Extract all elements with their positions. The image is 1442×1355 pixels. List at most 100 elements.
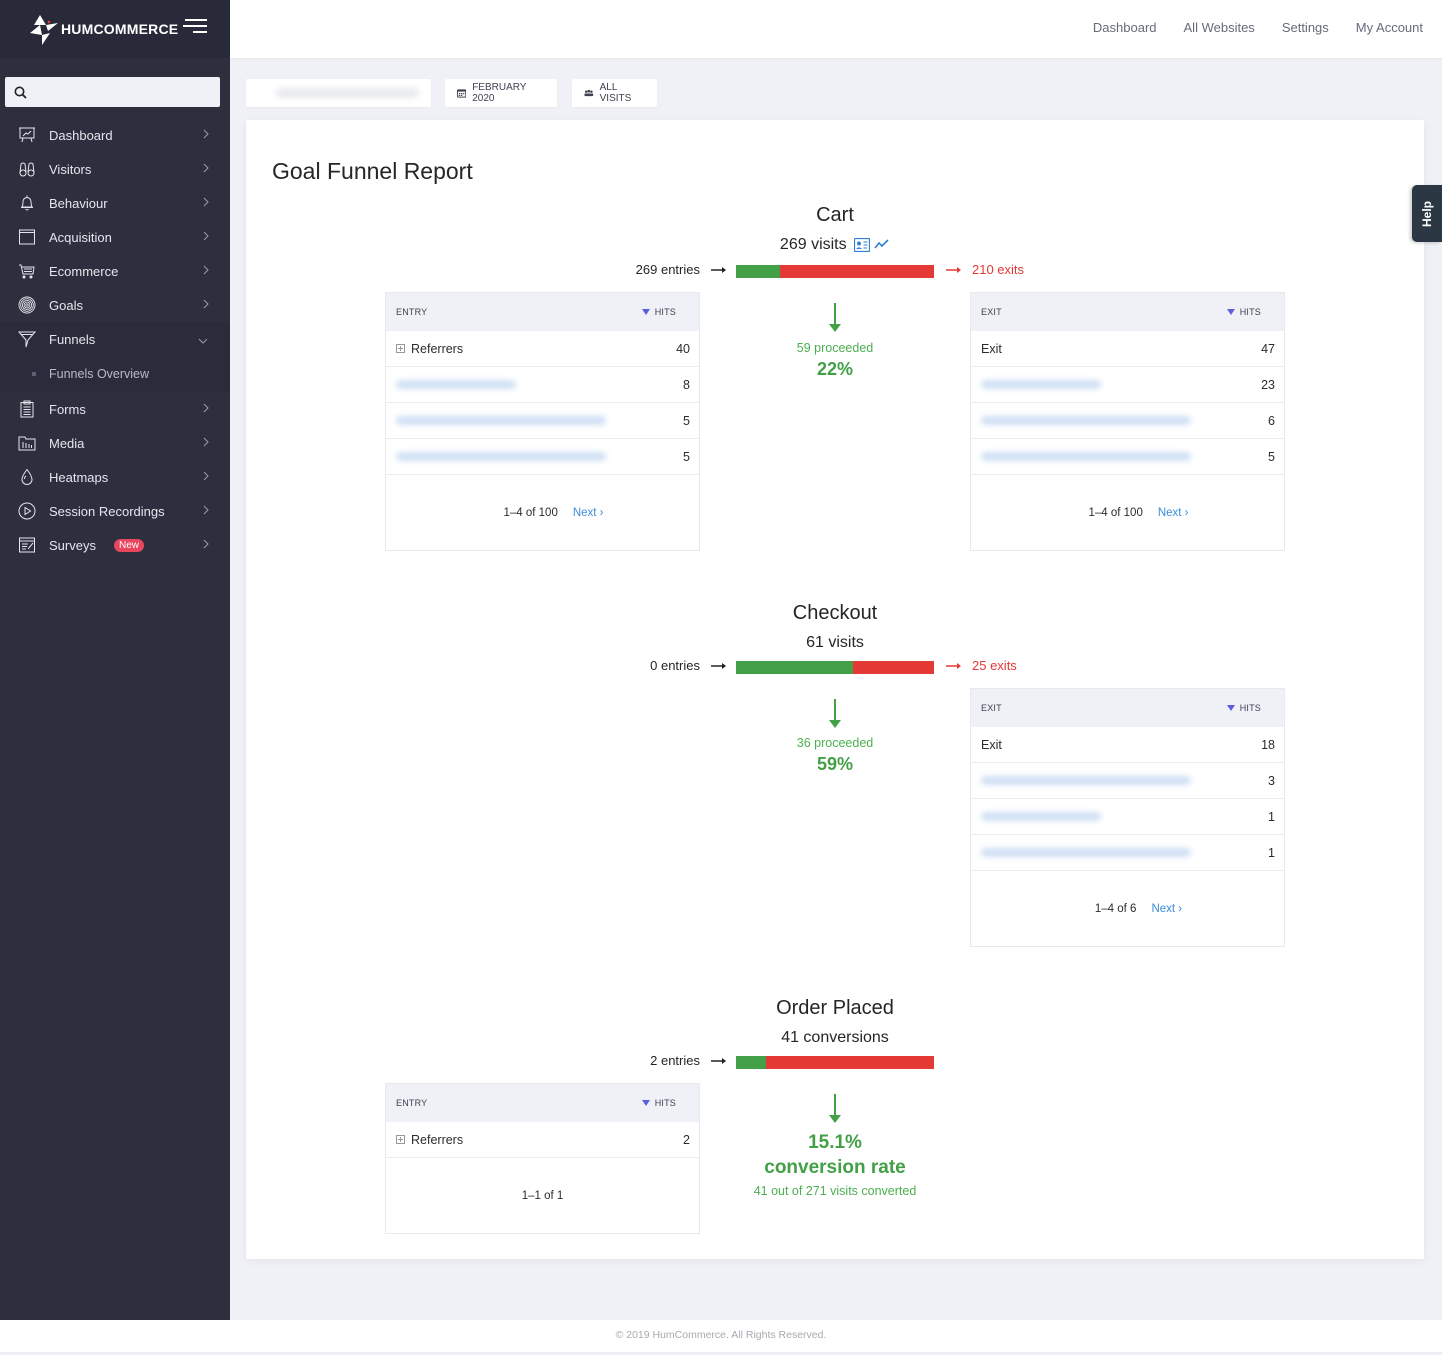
table-row[interactable]: 8 <box>386 367 699 403</box>
conversion-rate-value: 15.1% <box>808 1132 862 1153</box>
next-page-link[interactable]: Next › <box>1158 507 1189 519</box>
chevron-right-icon <box>203 129 209 139</box>
segment-selector[interactable]: ALL VISITS <box>572 79 657 107</box>
row-hits: 40 <box>676 341 690 356</box>
arrow-right-icon <box>711 663 726 669</box>
arrow-right-icon <box>711 1058 726 1064</box>
sort-desc-icon <box>641 1100 650 1106</box>
column-header-entry[interactable]: ENTRY <box>396 307 427 317</box>
date-selector[interactable]: FEBRUARY 2020 <box>445 79 557 107</box>
row-hits: 6 <box>1268 413 1275 428</box>
proceeded-percent: 22% <box>816 359 854 379</box>
row-hits: 1 <box>1268 809 1275 824</box>
row-hits: 1 <box>1268 845 1275 860</box>
table-row[interactable]: 23 <box>971 367 1284 403</box>
hits-label: HITS <box>1239 307 1261 317</box>
sidebar-item-behaviour[interactable]: Behaviour <box>0 186 230 220</box>
funnel-icon <box>17 329 37 349</box>
topnav-my-account[interactable]: My Account <box>1356 20 1423 35</box>
sidebar-item-media[interactable]: Media <box>0 426 230 460</box>
topnav-settings[interactable]: Settings <box>1282 20 1329 35</box>
chevron-right-icon <box>203 539 209 549</box>
redacted-label <box>981 776 1191 785</box>
exits-label: 25 exits <box>972 658 1017 673</box>
step-progress-bar <box>736 265 934 278</box>
search-input[interactable] <box>35 85 215 99</box>
sidebar-item-label: Dashboard <box>49 127 113 143</box>
table-row[interactable]: 1 <box>971 799 1284 835</box>
window-icon <box>17 227 37 247</box>
menu-toggle-icon[interactable] <box>183 19 207 35</box>
next-page-link[interactable]: Next › <box>1151 903 1182 915</box>
row-hits: 47 <box>1261 341 1275 356</box>
logo[interactable]: HUMCOMMERCE <box>28 13 178 45</box>
visitor-profile-icon[interactable] <box>854 237 871 252</box>
page-title: Goal Funnel Report <box>272 158 473 184</box>
hits-label: HITS <box>1239 703 1261 713</box>
row-evolution-icon[interactable] <box>874 238 890 250</box>
arrow-down-icon <box>829 1094 841 1123</box>
step-conversions: 41 conversions <box>781 1029 889 1046</box>
bullet-icon <box>32 372 36 376</box>
pagination-range: 1–1 of 1 <box>521 1189 564 1202</box>
table-row[interactable]: 5 <box>971 439 1284 475</box>
table-row[interactable]: Referrers 2 <box>386 1122 699 1158</box>
table-pagination: 1–4 of 100 Next › <box>971 475 1284 550</box>
sidebar-item-visitors[interactable]: Visitors <box>0 152 230 186</box>
clipboard-icon <box>17 399 37 419</box>
presentation-chart-icon <box>17 125 37 145</box>
column-header-hits[interactable]: HITS <box>1226 307 1261 317</box>
step-visits-label: 269 visits <box>779 236 847 253</box>
table-row[interactable]: 3 <box>971 763 1284 799</box>
sidebar-item-funnels[interactable]: Funnels <box>0 322 230 356</box>
help-tab[interactable]: Help <box>1412 185 1442 242</box>
column-header-entry[interactable]: ENTRY <box>396 1098 427 1108</box>
chevron-right-icon <box>203 505 209 515</box>
sidebar-item-heatmaps[interactable]: Heatmaps <box>0 460 230 494</box>
table-row[interactable]: Referrers 40 <box>386 331 699 367</box>
sidebar-item-label: Session Recordings <box>49 503 165 519</box>
website-selector[interactable] <box>246 79 431 107</box>
segment-label: ALL VISITS <box>599 82 632 104</box>
sort-desc-icon <box>641 309 650 315</box>
exit-table: EXIT HITS Exit 47 23 6 5 1–4 of 100 Next › <box>970 292 1285 551</box>
table-row[interactable]: 5 <box>386 403 699 439</box>
topnav-all-websites[interactable]: All Websites <box>1184 20 1255 35</box>
entry-table: ENTRY HITS Referrers 40 8 5 5 1–4 of 100 N… <box>385 292 700 551</box>
sidebar-item-dashboard[interactable]: Dashboard <box>0 118 230 152</box>
sidebar-subitem-funnels-overview[interactable]: Funnels Overview <box>0 356 230 392</box>
row-hits: 5 <box>683 413 690 428</box>
sidebar-item-label: Goals <box>49 297 83 313</box>
table-header: ENTRY HITS <box>386 1084 699 1122</box>
play-circle-icon <box>17 501 37 521</box>
sidebar-item-acquisition[interactable]: Acquisition <box>0 220 230 254</box>
next-page-link[interactable]: Next › <box>573 507 604 519</box>
expand-plus-icon[interactable] <box>396 1135 405 1144</box>
topnav-dashboard[interactable]: Dashboard <box>1093 20 1157 35</box>
row-label: Referrers <box>411 341 464 356</box>
column-header-exit[interactable]: EXIT <box>981 307 1002 317</box>
proceeded-bar-segment <box>736 265 780 278</box>
arrow-right-icon <box>946 662 961 669</box>
row-label: Exit <box>981 737 1002 752</box>
sidebar-item-ecommerce[interactable]: Ecommerce <box>0 254 230 288</box>
column-header-hits[interactable]: HITS <box>1226 703 1261 713</box>
sidebar-search[interactable] <box>5 77 220 107</box>
sidebar-item-surveys[interactable]: Surveys New <box>0 528 230 562</box>
proceeded-bar-segment <box>736 661 853 674</box>
table-row[interactable]: 5 <box>386 439 699 475</box>
sidebar-item-goals[interactable]: Goals <box>0 288 230 322</box>
expand-plus-icon[interactable] <box>396 344 405 353</box>
sidebar-item-forms[interactable]: Forms <box>0 392 230 426</box>
column-header-exit[interactable]: EXIT <box>981 703 1002 713</box>
cart-icon <box>17 261 37 281</box>
table-row[interactable]: 6 <box>971 403 1284 439</box>
sidebar-item-session-recordings[interactable]: Session Recordings <box>0 494 230 528</box>
table-row[interactable]: 1 <box>971 835 1284 871</box>
step-exits: 210 exits <box>946 262 1024 277</box>
column-header-hits[interactable]: HITS <box>641 1098 676 1108</box>
column-header-hits[interactable]: HITS <box>641 307 676 317</box>
table-row[interactable]: Exit 18 <box>971 727 1284 763</box>
table-row[interactable]: Exit 47 <box>971 331 1284 367</box>
row-label: Referrers <box>411 1132 464 1147</box>
